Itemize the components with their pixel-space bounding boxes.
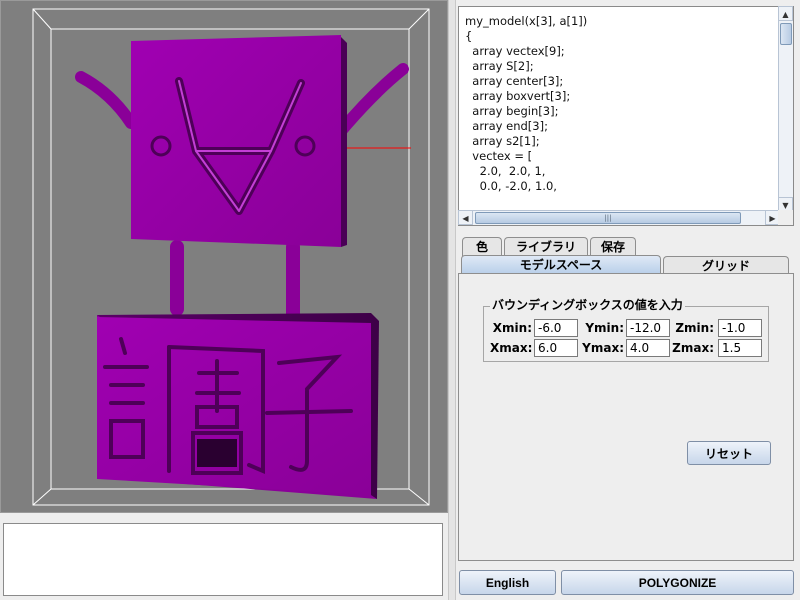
robot-head bbox=[131, 35, 347, 247]
code-line: array S[2]; bbox=[465, 59, 534, 73]
tab-model-space[interactable]: モデルスペース bbox=[461, 255, 661, 274]
code-text[interactable]: my_model(x[3], a[1]){ array vectex[9]; a… bbox=[459, 7, 779, 211]
code-line: array s2[1]; bbox=[465, 134, 540, 148]
scroll-up-icon[interactable]: ▲ bbox=[778, 6, 793, 21]
zmin-label: Zmin: bbox=[675, 321, 714, 335]
code-line: array vectex[9]; bbox=[465, 44, 565, 58]
model-space-panel: バウンディングボックスの値を入力 Xmin: Ymin: Zmin: Xmax:… bbox=[458, 273, 794, 561]
zmax-label: Zmax: bbox=[672, 341, 714, 355]
bounding-box-group: バウンディングボックスの値を入力 Xmin: Ymin: Zmin: Xmax:… bbox=[483, 298, 769, 362]
xmax-label: Xmax: bbox=[490, 341, 533, 355]
zmin-field[interactable] bbox=[718, 319, 762, 337]
xmin-label: Xmin: bbox=[492, 321, 532, 335]
sign-plate bbox=[97, 313, 379, 499]
console-area bbox=[0, 513, 448, 600]
ymin-field[interactable] bbox=[626, 319, 670, 337]
code-line: array begin[3]; bbox=[465, 104, 559, 118]
console-output[interactable] bbox=[3, 523, 443, 596]
xmin-field[interactable] bbox=[534, 319, 578, 337]
tab-save[interactable]: 保存 bbox=[590, 237, 636, 256]
tab-color[interactable]: 色 bbox=[462, 237, 502, 256]
ymax-label: Ymax: bbox=[582, 341, 624, 355]
ymin-label: Ymin: bbox=[585, 321, 624, 335]
xmax-field[interactable] bbox=[534, 339, 578, 357]
code-line: 0.0, -2.0, 1.0, bbox=[465, 179, 557, 193]
robot-legs bbox=[170, 240, 300, 324]
code-line: my_model(x[3], a[1]) bbox=[465, 14, 588, 28]
vertical-scrollbar[interactable]: ▲ ▼ bbox=[778, 6, 793, 212]
ymax-field[interactable] bbox=[626, 339, 670, 357]
scroll-left-icon[interactable]: ◀ bbox=[458, 210, 473, 225]
model-render bbox=[32, 8, 430, 506]
reset-button[interactable]: リセット bbox=[687, 441, 771, 465]
split-pane-divider[interactable] bbox=[448, 0, 456, 600]
zmax-field[interactable] bbox=[718, 339, 762, 357]
code-line: { bbox=[465, 29, 473, 43]
horizontal-scrollbar[interactable]: ◀ ||| ▶ bbox=[458, 210, 780, 225]
code-line: array center[3]; bbox=[465, 74, 564, 88]
3d-viewport[interactable] bbox=[0, 0, 448, 513]
bounding-box-title: バウンディングボックスの値を入力 bbox=[490, 298, 685, 312]
code-line: vectex = [ bbox=[465, 149, 533, 163]
code-line: array end[3]; bbox=[465, 119, 548, 133]
code-editor[interactable]: my_model(x[3], a[1]){ array vectex[9]; a… bbox=[458, 6, 794, 226]
language-button[interactable]: English bbox=[459, 570, 556, 595]
tab-grid[interactable]: グリッド bbox=[663, 256, 789, 274]
code-line: 2.0, 2.0, 1, bbox=[465, 164, 546, 178]
vertical-scroll-thumb[interactable] bbox=[780, 23, 792, 45]
scroll-corner bbox=[778, 210, 793, 225]
tab-library[interactable]: ライブラリ bbox=[504, 237, 588, 256]
horizontal-scroll-thumb[interactable]: ||| bbox=[475, 212, 741, 224]
polygonize-button[interactable]: POLYGONIZE bbox=[561, 570, 794, 595]
code-line: array boxvert[3]; bbox=[465, 89, 571, 103]
